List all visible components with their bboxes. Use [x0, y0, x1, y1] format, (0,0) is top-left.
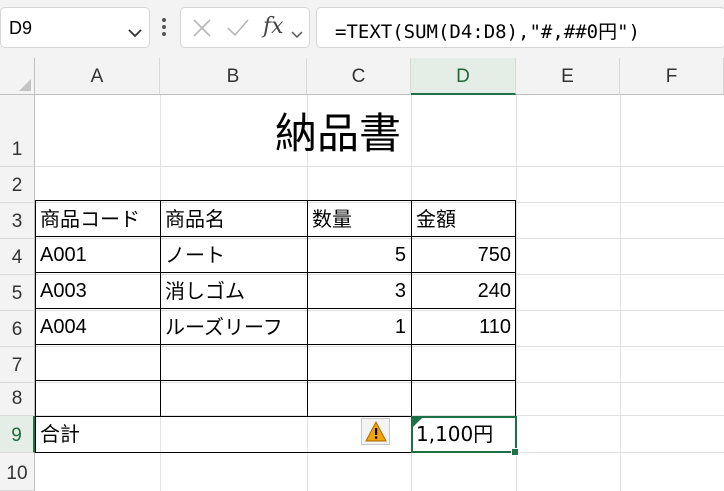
formula-text: =TEXT(SUM(D4:D8),"#,##0円"): [335, 21, 640, 43]
cell-amount[interactable]: 110: [411, 309, 516, 345]
cell-code[interactable]: A004: [35, 309, 160, 345]
column-header-f[interactable]: F: [620, 58, 724, 95]
row-header-5[interactable]: 5: [0, 275, 35, 311]
cell-quantity[interactable]: 3: [307, 273, 411, 309]
header-product-name[interactable]: 商品名: [160, 201, 307, 237]
insert-function-button[interactable]: fx: [263, 14, 284, 39]
error-check-button[interactable]: [361, 418, 390, 445]
warning-icon: [365, 421, 387, 442]
row-header-6[interactable]: 6: [0, 311, 35, 347]
row-header-10[interactable]: 10: [0, 453, 35, 491]
total-label[interactable]: 合計: [35, 416, 160, 453]
row-header-7[interactable]: 7: [0, 347, 35, 383]
row-header-2[interactable]: 2: [0, 167, 35, 203]
cell-amount[interactable]: 750: [411, 237, 516, 273]
name-box-value: D9: [9, 18, 33, 38]
fill-handle[interactable]: [511, 448, 519, 456]
cell-code[interactable]: A001: [35, 237, 160, 273]
cell-name[interactable]: ルーズリーフ: [160, 309, 307, 345]
cancel-icon[interactable]: [192, 18, 212, 42]
header-quantity[interactable]: 数量: [307, 201, 411, 237]
formula-controls: fx: [180, 7, 310, 48]
select-all-button[interactable]: [0, 58, 35, 95]
formula-input[interactable]: =TEXT(SUM(D4:D8),"#,##0円"): [316, 7, 724, 48]
header-amount[interactable]: 金額: [411, 201, 516, 237]
more-options-icon[interactable]: [158, 15, 170, 41]
column-header-d[interactable]: D: [411, 58, 516, 95]
gridline: [35, 382, 724, 383]
document-title: 納品書: [274, 109, 401, 158]
cell-amount[interactable]: 240: [411, 273, 516, 309]
cell-code[interactable]: A003: [35, 273, 160, 309]
row-header-3[interactable]: 3: [0, 203, 35, 239]
chevron-down-icon[interactable]: [128, 23, 142, 42]
column-header-e[interactable]: E: [516, 58, 620, 95]
gridline: [35, 346, 724, 347]
column-header-a[interactable]: A: [35, 58, 160, 95]
spreadsheet-grid: A B C D E F 1 2 3 4 5 6 7 8 9 10 納品書 商品コ…: [0, 58, 724, 491]
cell-quantity[interactable]: 1: [307, 309, 411, 345]
error-indicator-icon: [413, 418, 422, 427]
cell-name[interactable]: ノート: [160, 237, 307, 273]
row-header-4[interactable]: 4: [0, 239, 35, 275]
row-header-1[interactable]: 1: [0, 95, 35, 167]
gridline: [620, 95, 621, 491]
row-header-9[interactable]: 9: [0, 416, 35, 453]
check-icon[interactable]: [226, 18, 250, 42]
column-header-c[interactable]: C: [307, 58, 411, 95]
active-cell-border: [411, 416, 517, 453]
row-header-8[interactable]: 8: [0, 383, 35, 416]
table-border: [35, 380, 516, 381]
cell-quantity[interactable]: 5: [307, 237, 411, 273]
cell-name[interactable]: 消しゴム: [160, 273, 307, 309]
header-product-code[interactable]: 商品コード: [35, 201, 160, 237]
name-box[interactable]: D9: [0, 7, 150, 48]
column-header-b[interactable]: B: [160, 58, 307, 95]
chevron-down-icon[interactable]: [291, 24, 303, 43]
formula-bar: D9 fx =TEXT(SUM(D4:D8),"#,##0円"): [0, 0, 724, 58]
